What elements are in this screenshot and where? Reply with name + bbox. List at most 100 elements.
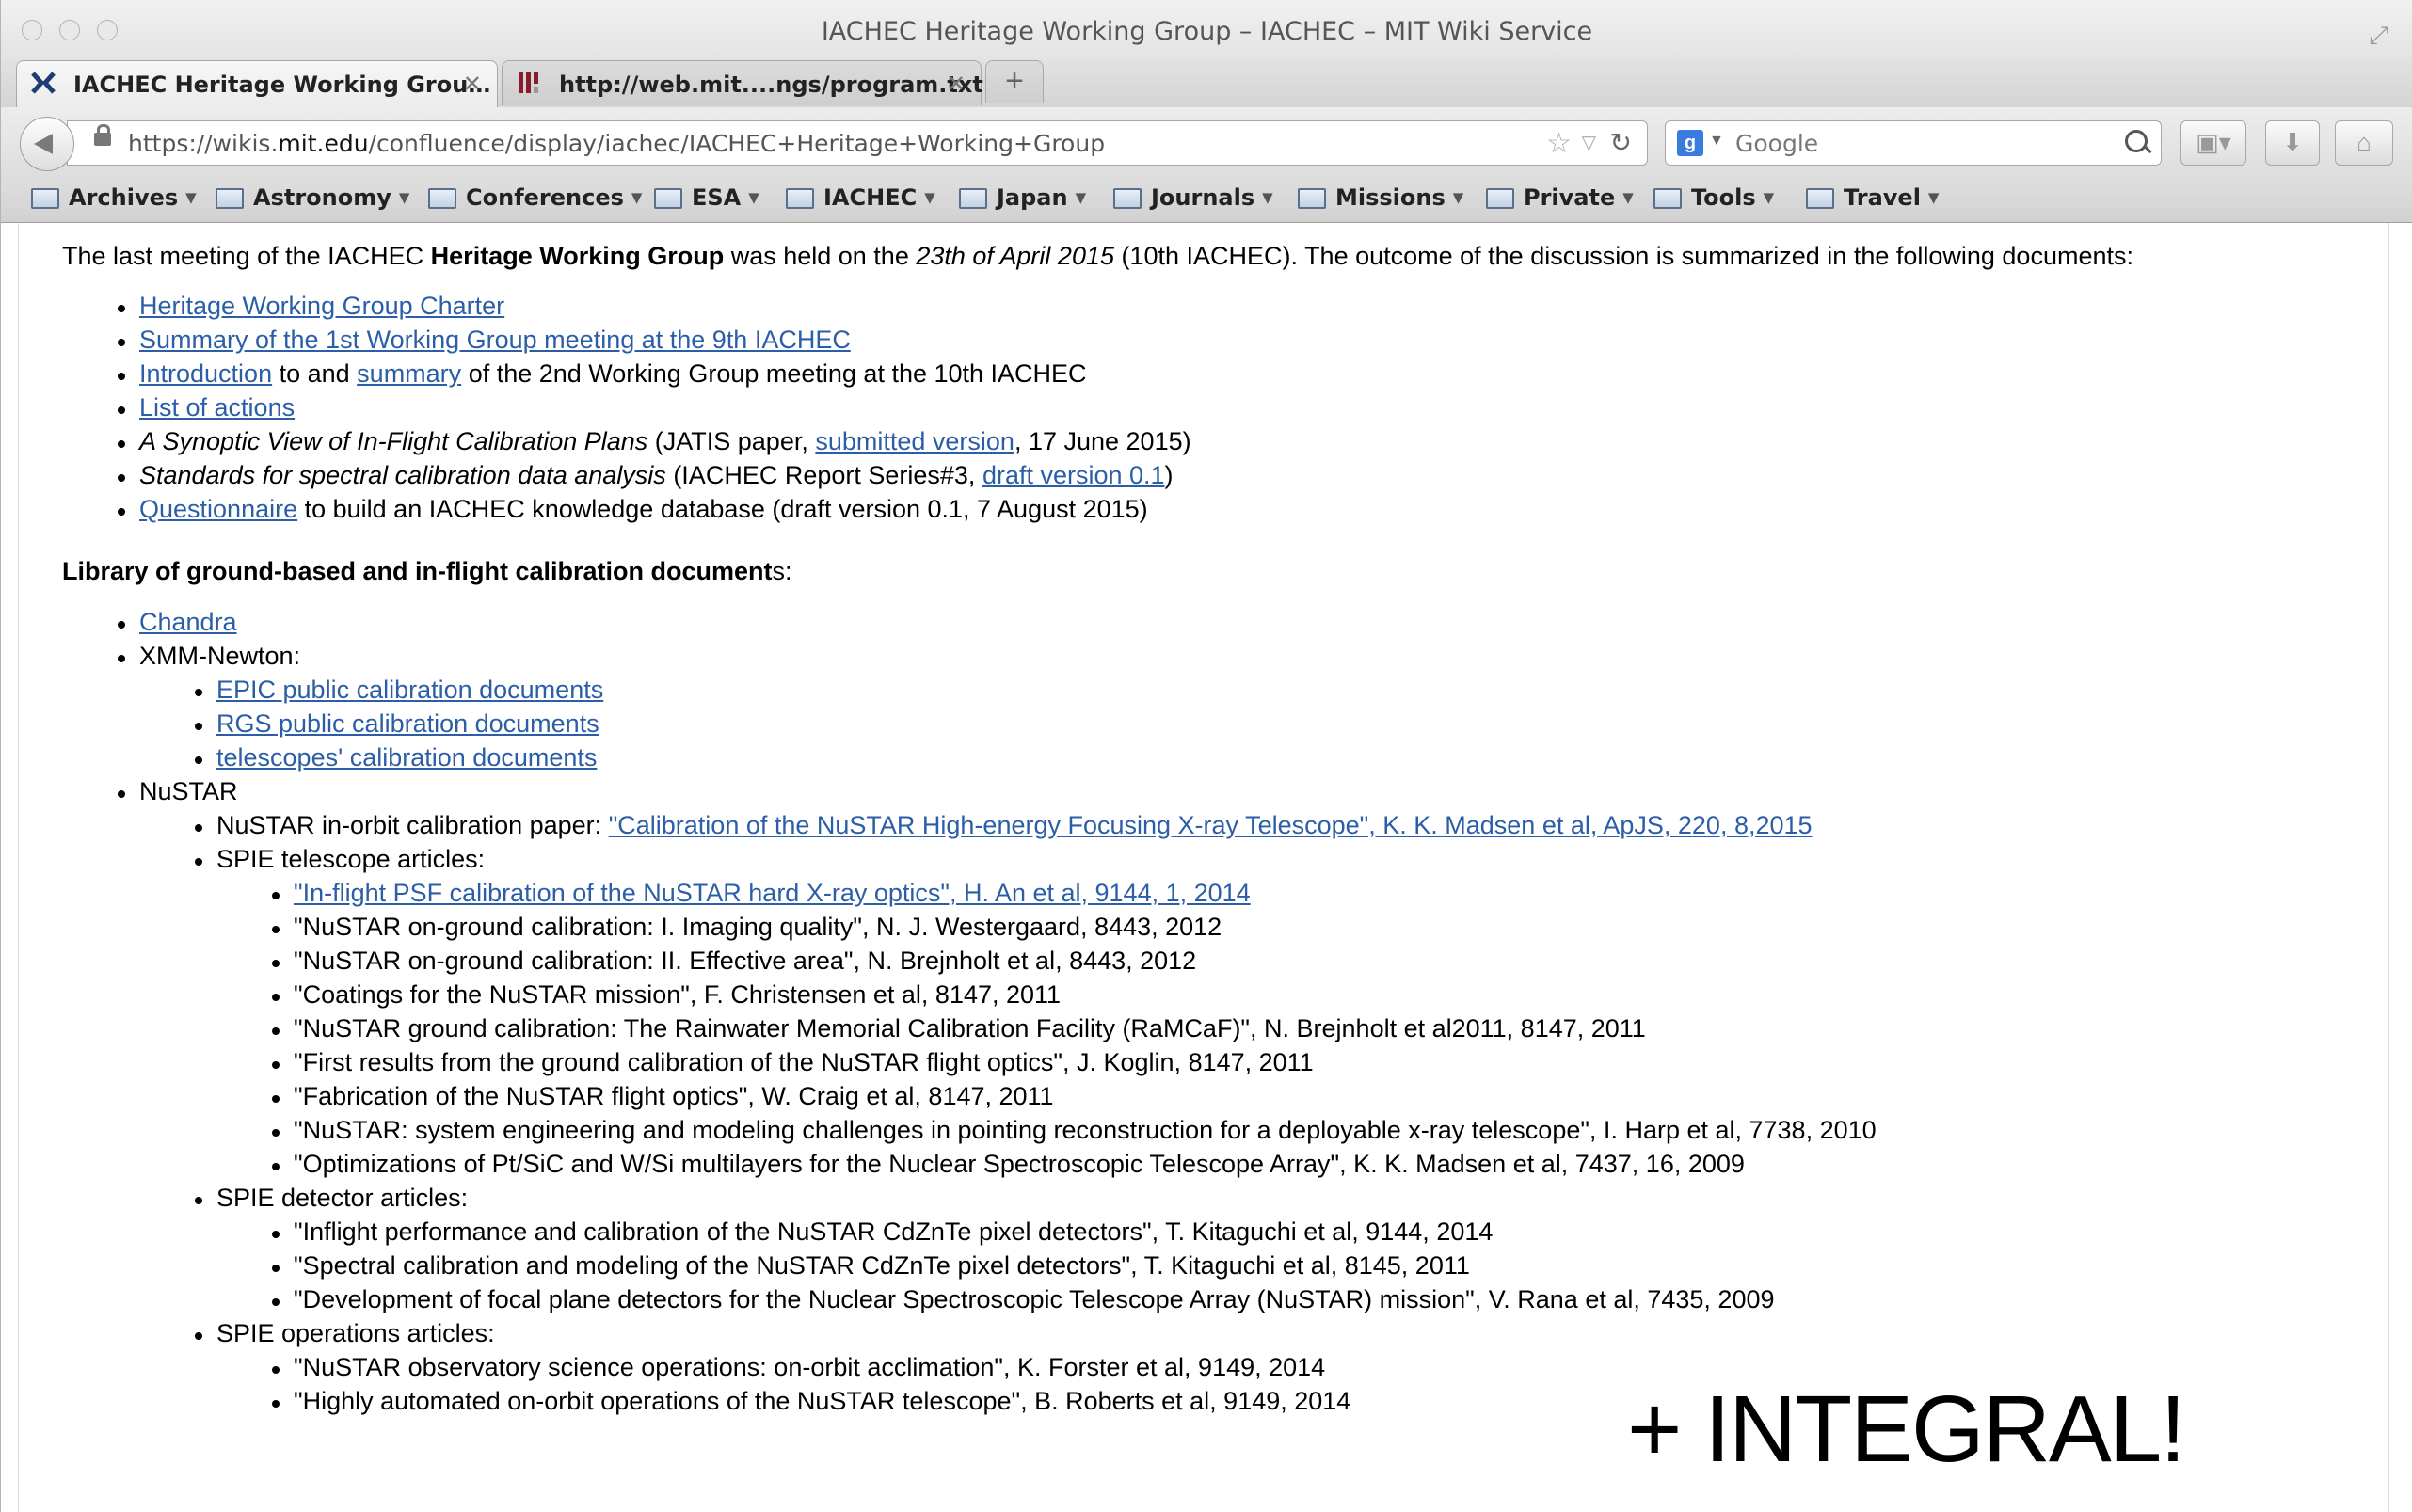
- window-title: IACHEC Heritage Working Group – IACHEC –…: [821, 17, 1593, 46]
- psf-calibration-link[interactable]: "In-flight PSF calibration of the NuSTAR…: [294, 879, 1251, 907]
- epic-docs-link[interactable]: EPIC public calibration documents: [216, 676, 603, 704]
- folder-icon: [1806, 188, 1834, 209]
- list-item: Standards for spectral calibration data …: [118, 461, 1174, 489]
- list-item: "Development of focal plane detectors fo…: [272, 1285, 1775, 1313]
- draft-version-link[interactable]: draft version 0.1: [982, 461, 1165, 489]
- history-dropdown-icon[interactable]: ▽: [1582, 131, 1596, 154]
- bookmark-folder-travel[interactable]: Travel ▼: [1806, 184, 1939, 211]
- address-bar[interactable]: https://wikis.mit.edu/confluence/display…: [67, 120, 1648, 166]
- mit-favicon-icon: [519, 72, 538, 93]
- bookmark-folder-japan[interactable]: Japan ▼: [959, 184, 1086, 211]
- bookmark-folder-private[interactable]: Private ▼: [1486, 184, 1634, 211]
- bookmark-folder-astronomy[interactable]: Astronomy ▼: [216, 184, 409, 211]
- list-item: SPIE operations articles:: [195, 1319, 495, 1347]
- list-item: Questionnaire to build an IACHEC knowled…: [118, 495, 1148, 523]
- list-item: "Spectral calibration and modeling of th…: [272, 1251, 1470, 1280]
- questionnaire-link[interactable]: Questionnaire: [139, 495, 297, 523]
- chandra-link[interactable]: Chandra: [139, 608, 237, 636]
- telescopes-docs-link[interactable]: telescopes' calibration documents: [216, 743, 597, 772]
- folder-icon: [786, 188, 814, 209]
- list-item: EPIC public calibration documents: [194, 676, 603, 705]
- list-item: "Optimizations of Pt/SiC and W/Si multil…: [272, 1150, 1745, 1178]
- bookmark-star-icon[interactable]: ☆: [1546, 127, 1572, 160]
- list-item: "NuSTAR: system engineering and modeling…: [272, 1116, 1877, 1144]
- bookmarks-bar: Archives ▼ Astronomy ▼ Conferences ▼ ESA ▼ I…: [1, 181, 2412, 223]
- tab-program-txt[interactable]: http://web.mit....ngs/program.txt ✕: [502, 60, 983, 105]
- list-item: Introduction to and summary of the 2nd W…: [118, 359, 1087, 388]
- list-item: "Highly automated on-orbit operations of…: [271, 1387, 1351, 1415]
- list-item: "NuSTAR on-ground calibration: I. Imagin…: [271, 913, 1222, 941]
- search-input[interactable]: Google: [1735, 130, 1818, 157]
- list-of-actions-link[interactable]: List of actions: [139, 393, 295, 422]
- rgs-docs-link[interactable]: RGS public calibration documents: [216, 709, 599, 738]
- bookmark-folder-tools[interactable]: Tools ▼: [1653, 184, 1774, 211]
- introduction-link[interactable]: Introduction: [139, 359, 272, 388]
- list-item: "NuSTAR on-ground calibration: II. Effec…: [271, 947, 1197, 975]
- folder-icon: [654, 188, 682, 209]
- list-item: "Inflight performance and calibration of…: [271, 1218, 1494, 1246]
- charter-link[interactable]: Heritage Working Group Charter: [139, 292, 504, 320]
- list-item: Chandra: [118, 608, 237, 637]
- downloads-icon[interactable]: ⬇: [2265, 120, 2320, 166]
- bookmark-folder-archives[interactable]: Archives ▼: [31, 184, 197, 211]
- url-text[interactable]: https://wikis.mit.edu/confluence/display…: [128, 130, 1105, 157]
- list-item: List of actions: [117, 393, 295, 422]
- list-item: "First results from the ground calibrati…: [272, 1048, 1314, 1076]
- tab-close-icon[interactable]: ✕: [463, 71, 482, 97]
- list-item: XMM-Newton:: [117, 642, 301, 670]
- list-item: "In-flight PSF calibration of the NuSTAR…: [272, 879, 1251, 908]
- bookmark-folder-journals[interactable]: Journals ▼: [1113, 184, 1273, 211]
- bookmark-folder-conferences[interactable]: Conferences ▼: [428, 184, 642, 211]
- new-tab-button[interactable]: +: [985, 60, 1044, 103]
- summary-link[interactable]: summary: [357, 359, 461, 388]
- integral-annotation: + INTEGRAL!: [1627, 1377, 2186, 1482]
- list-item: Heritage Working Group Charter: [117, 292, 504, 321]
- list-item: "NuSTAR observatory science operations: …: [271, 1353, 1326, 1381]
- intro-paragraph: The last meeting of the IACHEC Heritage …: [62, 242, 2133, 270]
- nustar-inorbit-paper-link[interactable]: "Calibration of the NuSTAR High-energy F…: [609, 811, 1813, 839]
- search-bar[interactable]: g ▼ Google: [1665, 120, 2162, 166]
- library-heading: Library of ground-based and in-flight ca…: [62, 557, 792, 585]
- list-item: A Synoptic View of In-Flight Calibration…: [118, 427, 1191, 455]
- folder-icon: [216, 188, 244, 209]
- list-item: NuSTAR: [118, 777, 238, 805]
- summary-1st-meeting-link[interactable]: Summary of the 1st Working Group meeting…: [139, 326, 851, 354]
- folder-icon: [1653, 188, 1682, 209]
- search-icon[interactable]: [2125, 130, 2148, 152]
- list-item: SPIE detector articles:: [194, 1184, 469, 1212]
- list-item: "Coatings for the NuSTAR mission", F. Ch…: [271, 980, 1062, 1009]
- tab-label: IACHEC Heritage Working Grou…: [73, 72, 491, 98]
- back-button[interactable]: [20, 117, 74, 171]
- bookmark-folder-esa[interactable]: ESA ▼: [654, 184, 759, 211]
- list-item: "Fabrication of the NuSTAR flight optics…: [272, 1082, 1054, 1110]
- tab-iachec[interactable]: IACHEC Heritage Working Grou… ✕: [16, 60, 498, 107]
- folder-icon: [428, 188, 456, 209]
- tab-bar: IACHEC Heritage Working Grou… ✕ http://w…: [1, 60, 2412, 108]
- home-icon[interactable]: ⌂: [2335, 120, 2393, 166]
- folder-icon: [1113, 188, 1142, 209]
- list-item: SPIE telescope articles:: [194, 845, 486, 873]
- list-item: NuSTAR in-orbit calibration paper: "Cali…: [195, 811, 1813, 839]
- tab-close-icon[interactable]: ✕: [947, 71, 966, 97]
- bookmark-folder-missions[interactable]: Missions ▼: [1298, 184, 1463, 211]
- list-item: telescopes' calibration documents: [194, 743, 597, 772]
- submitted-version-link[interactable]: submitted version: [815, 427, 1014, 455]
- folder-icon: [959, 188, 987, 209]
- folder-icon: [1486, 188, 1514, 209]
- list-item: RGS public calibration documents: [195, 709, 599, 739]
- search-engine-dropdown-icon[interactable]: ▼: [1709, 133, 1724, 150]
- lock-icon: [94, 124, 111, 146]
- title-bar: IACHEC Heritage Working Group – IACHEC –…: [1, 0, 2412, 60]
- navigation-bar: https://wikis.mit.edu/confluence/display…: [1, 107, 2412, 181]
- bookmark-menu-button[interactable]: ▣▾: [2180, 120, 2246, 166]
- page-content: The last meeting of the IACHEC Heritage …: [18, 223, 2389, 1512]
- confluence-x-icon: [31, 72, 56, 94]
- browser-window: IACHEC Heritage Working Group – IACHEC –…: [0, 0, 2412, 1512]
- reload-icon[interactable]: ↻: [1610, 127, 1632, 158]
- list-item: Summary of the 1st Working Group meeting…: [118, 326, 851, 355]
- tab-label: http://web.mit....ngs/program.txt: [559, 72, 983, 98]
- bookmark-folder-iachec[interactable]: IACHEC ▼: [786, 184, 935, 211]
- google-search-engine-icon[interactable]: g: [1677, 130, 1703, 156]
- list-item: "NuSTAR ground calibration: The Rainwate…: [272, 1014, 1646, 1042]
- fullscreen-icon[interactable]: ⤢: [2369, 21, 2388, 51]
